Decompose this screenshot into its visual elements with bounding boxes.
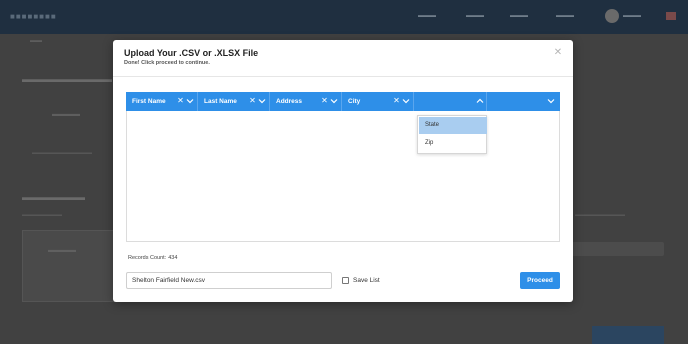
preview-table: [126, 92, 560, 242]
dropdown-option-zip[interactable]: Zip: [419, 135, 487, 152]
background-card-label: ▬▬▬▬: [48, 247, 76, 254]
column-header-unmapped[interactable]: [414, 92, 487, 111]
background-heading: ▬▬▬▬▬▬▬: [22, 192, 85, 202]
clear-icon[interactable]: ✕: [321, 96, 328, 106]
save-list-label: Save List: [353, 277, 380, 284]
records-count-label: Records Count:: [128, 255, 167, 261]
background-heading: ▬▬▬▬▬▬▬▬▬▬: [22, 74, 112, 84]
close-icon[interactable]: ✕: [553, 48, 563, 58]
nav-item: ▬▬▬: [466, 13, 484, 19]
nav-item: ▬▬▬: [418, 13, 436, 19]
background-button: [592, 326, 664, 344]
column-label: City: [348, 98, 361, 105]
column-header-last-name[interactable]: Last Name ✕: [198, 92, 270, 111]
column-label: Last Name: [204, 98, 237, 105]
app-logo: ■■■■■■■■: [10, 12, 57, 21]
records-count: Records Count: 434: [126, 255, 177, 261]
breadcrumb: ▬▬: [30, 38, 42, 44]
modal-title: Upload Your .CSV or .XLSX File: [124, 48, 259, 58]
column-header-city[interactable]: City ✕: [342, 92, 414, 111]
modal-subtitle: Done! Click proceed to continue.: [124, 60, 210, 66]
background-text: ▬▬▬▬▬▬▬▬: [22, 212, 62, 218]
background-button: [572, 242, 664, 256]
background-text: ▬▬▬▬▬▬▬▬▬▬▬▬: [32, 150, 92, 156]
clear-icon[interactable]: ✕: [177, 96, 184, 106]
chevron-down-icon[interactable]: [330, 97, 338, 105]
column-label: Address: [276, 98, 303, 105]
background-text: ▬▬▬▬▬▬▬▬▬▬: [575, 212, 625, 218]
chevron-down-icon[interactable]: [547, 97, 555, 105]
nav-user: ▬▬▬: [623, 13, 641, 19]
clear-icon[interactable]: ✕: [393, 96, 400, 106]
column-header-unmapped[interactable]: [487, 92, 560, 111]
app-top-nav: ■■■■■■■■ ▬▬▬ ▬▬▬ ▬▬▬ ▬▬▬ ▬▬▬: [0, 0, 688, 34]
column-mapping-dropdown: State Zip: [417, 115, 487, 154]
nav-item: ▬▬▬: [510, 13, 528, 19]
background-card: [22, 230, 116, 302]
column-header-first-name[interactable]: First Name ✕: [126, 92, 198, 111]
upload-modal: Upload Your .CSV or .XLSX File Done! Cli…: [113, 40, 573, 302]
flag-icon: [666, 12, 676, 20]
modal-divider: [113, 76, 573, 77]
clear-icon[interactable]: ✕: [249, 96, 256, 106]
chevron-up-icon[interactable]: [476, 97, 484, 105]
background-option: ▬▬▬▬: [52, 111, 80, 118]
save-list-checkbox[interactable]: [342, 277, 349, 284]
file-name-field[interactable]: [126, 272, 332, 289]
column-header-address[interactable]: Address ✕: [270, 92, 342, 111]
nav-item: ▬▬▬: [556, 13, 574, 19]
column-label: First Name: [132, 98, 166, 105]
chevron-down-icon[interactable]: [402, 97, 410, 105]
chevron-down-icon[interactable]: [258, 97, 266, 105]
chevron-down-icon[interactable]: [186, 97, 194, 105]
records-count-value: 434: [168, 255, 178, 261]
avatar: [605, 9, 619, 23]
proceed-button[interactable]: Proceed: [520, 272, 560, 289]
column-mapping-header: First Name ✕ Last Name ✕ Address ✕ City …: [126, 92, 560, 111]
dropdown-option-state[interactable]: State: [419, 117, 487, 134]
